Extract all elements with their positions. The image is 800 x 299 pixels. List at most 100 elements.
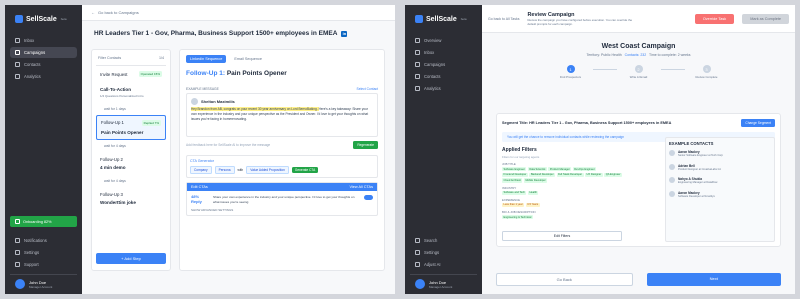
user-profile[interactable]: John Doe Manager Account [10, 274, 77, 289]
filter-chip[interactable]: Software Engineer [502, 167, 527, 172]
sidebar-item-inbox[interactable]: Inbox [10, 35, 77, 46]
sidebar-item-campaigns[interactable]: Campaigns [10, 47, 77, 58]
tab-email-sequence[interactable]: Email Sequence [234, 57, 262, 61]
filter-chip[interactable]: Health [527, 190, 539, 195]
next-button[interactable]: Next [646, 273, 781, 286]
cta-text: Share your own experience in the industr… [213, 195, 355, 204]
add-step-button[interactable]: + Add Step [96, 253, 166, 264]
avatar [669, 150, 675, 156]
step-editor: Linkedin Sequence Email Sequence Follow-U… [179, 49, 385, 271]
contact-card[interactable]: Aaron Mackey Senior Software Engineer at … [669, 150, 771, 158]
sidebar-item-inbox[interactable]: Inbox [410, 47, 477, 58]
sidebar: SellScale beta Overview Inbox Campaigns C… [405, 5, 482, 294]
sidebar-item-adjust-ai[interactable]: Adjust AI [410, 259, 477, 270]
linkedin-icon: in [341, 30, 348, 37]
edit-filters-button[interactable]: Edit Filters [502, 231, 622, 241]
regenerate-button[interactable]: Regenerate [353, 141, 378, 149]
filter-chip[interactable]: Data Scientist [527, 167, 547, 172]
ai-icon [415, 262, 420, 267]
filter-chip[interactable]: 0-5 Years [525, 202, 540, 207]
filter-chip[interactable]: Frontend Developer [502, 172, 528, 177]
example-message: Shelton Maximilis Hey Brandon from AB, c… [186, 93, 378, 137]
back-to-tasks-link[interactable]: Go back to All Tasks [488, 17, 519, 21]
sidebar-item-settings[interactable]: Settings [410, 247, 477, 258]
filter-chip[interactable]: Full Stack Developer [556, 172, 584, 177]
filter-chip[interactable]: DevOps Engineer [572, 167, 597, 172]
select-contact-dropdown[interactable]: Select Contact [357, 87, 378, 91]
app-logo[interactable]: SellScale beta [415, 15, 477, 23]
contact-card[interactable]: Nahyo A Shukla Engineering Manager at Dat… [669, 177, 771, 185]
mark-complete-button[interactable]: Mark as Complete [742, 13, 789, 24]
override-task-button[interactable]: Override Task [694, 13, 735, 24]
back-link[interactable]: ← Go back to Campaigns [82, 5, 395, 21]
step-invite-request[interactable]: Invite Request Operated 15% [96, 66, 166, 82]
feedback-input[interactable]: Add feedback here for SellScale AI to im… [186, 143, 270, 147]
filter-chip[interactable]: Backend Developer [529, 172, 556, 177]
avatar [669, 163, 675, 170]
sidebar-item-campaigns[interactable]: Campaigns [410, 59, 477, 70]
step-follow-up-1[interactable]: Follow-Up 1 Replied 7% Pain Points Opener [96, 115, 166, 140]
example-label: EXAMPLE MESSAGE [186, 87, 219, 91]
sidebar-item-notifications[interactable]: Notifications [10, 235, 77, 246]
filter-contacts-bar[interactable]: Filter Contacts 1/4 [96, 54, 166, 66]
sidebar-item-contacts[interactable]: Contacts [410, 71, 477, 82]
overview-icon [415, 38, 420, 43]
contacts-icon [15, 62, 20, 67]
page-title: HR Leaders Tier 1 - Gov, Pharma, Busines… [94, 30, 348, 37]
main-content: ← Go back to Campaigns HR Leaders Tier 1 … [82, 5, 395, 294]
avatar [669, 177, 675, 184]
view-all-ctas-button[interactable]: View All CTAs [350, 185, 374, 189]
filter-chip[interactable]: Engineering & Technical [502, 214, 533, 220]
filter-chip[interactable]: UX Designer [585, 172, 603, 177]
bell-icon [15, 238, 20, 243]
go-back-button[interactable]: Go Back [496, 273, 633, 286]
wait-duration[interactable]: wait for 4 days [96, 140, 166, 152]
persona-pill[interactable]: Persona [214, 166, 235, 174]
campaign-icon [15, 50, 20, 55]
advanced-settings-toggle[interactable]: SHOW ADVANCED SETTINGS [187, 208, 377, 215]
filter-chip[interactable]: Mobile Developer [523, 178, 548, 183]
onboarding-progress[interactable]: Onboarding 82% [10, 216, 77, 227]
main-content: Go back to All Tasks Review Campaign Revi… [482, 5, 795, 294]
editor-title: Follow-Up 1: Pain Points Opener [186, 70, 287, 77]
step-follow-up-2[interactable]: Follow-Up 24 min demo [96, 152, 166, 175]
tab-linkedin-sequence[interactable]: Linkedin Sequence [186, 55, 227, 63]
step-call-to-action[interactable]: Call-To-Action 1/4 Questions Personalized… [96, 82, 166, 103]
contact-card[interactable]: Adrian Bell Product Designer at CreativeL… [669, 163, 771, 172]
inbox-icon [15, 38, 20, 43]
generate-cta-button[interactable]: Generate CTA [291, 167, 319, 173]
contacts-icon [415, 74, 420, 79]
campaign-title: West Coast Campaign [601, 43, 676, 50]
filter-chip[interactable]: Product Manager [548, 167, 572, 172]
sidebar-item-analytics[interactable]: Analytics [10, 71, 77, 82]
contact-card[interactable]: Aaron Mackey Software Developer at NovaSy… [669, 190, 771, 199]
step-follow-up-3[interactable]: Follow-Up 3 Wonderttim joke [96, 187, 166, 210]
sidebar-item-search[interactable]: Search [410, 235, 477, 246]
sidebar-item-contacts[interactable]: Contacts [10, 59, 77, 70]
sidebar-item-support[interactable]: Support [10, 259, 77, 270]
arrow-left-icon: ← [91, 10, 95, 15]
value-prop-pill[interactable]: Value Added Proposition [246, 166, 289, 174]
step-2-dot: 2 [634, 65, 643, 73]
change-segment-button[interactable]: Change Segment [741, 119, 775, 127]
cta-toggle[interactable] [364, 195, 373, 200]
edit-ctas-panel: Edit CTAs View All CTAs 48% Reply Share yo… [186, 182, 378, 217]
sidebar-item-settings[interactable]: Settings [10, 247, 77, 258]
inbox-icon [415, 50, 420, 55]
logo-icon [15, 15, 23, 23]
sidebar-item-analytics[interactable]: Analytics [410, 83, 477, 94]
wait-duration[interactable]: wait for 1 days [96, 103, 166, 115]
filter-chip[interactable]: Software and Tech [502, 190, 527, 195]
progress-icon [15, 219, 20, 224]
sequence-tabs: Linkedin Sequence Email Sequence [186, 55, 378, 63]
user-profile[interactable]: John Doe Manager Account [410, 274, 477, 289]
filter-chip[interactable]: Less than 1 year [502, 202, 525, 207]
sidebar-item-overview[interactable]: Overview [410, 35, 477, 46]
filter-chip[interactable]: Cloud Architect [502, 178, 523, 183]
cta-reply-rate: 48% Reply [191, 194, 202, 204]
company-pill[interactable]: Company [190, 166, 212, 174]
wait-duration[interactable]: wait for 4 days [96, 175, 166, 187]
filter-chip[interactable]: QA Engineer [604, 172, 622, 177]
app-logo[interactable]: SellScale beta [15, 15, 77, 23]
logo-icon [415, 15, 423, 23]
